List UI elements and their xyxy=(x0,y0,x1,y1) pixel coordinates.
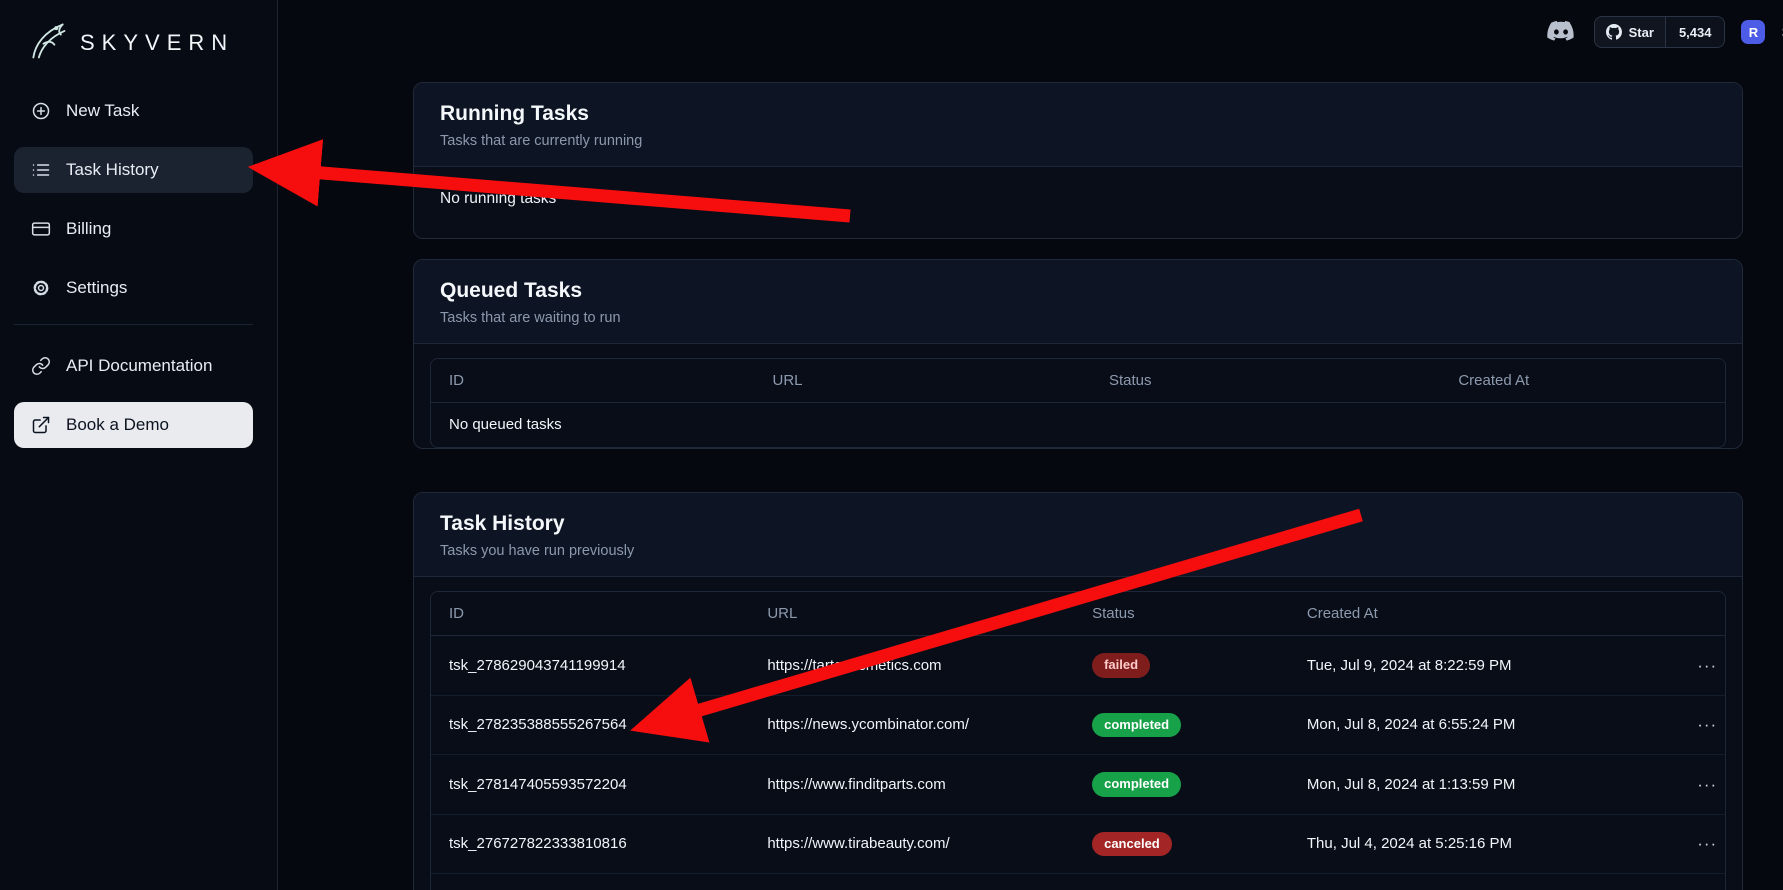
queued-tasks-empty: No queued tasks xyxy=(431,403,1725,448)
running-tasks-card: Running Tasks Tasks that are currently r… xyxy=(413,82,1743,239)
column-header-created-at: Created At xyxy=(1289,592,1673,636)
table-row[interactable]: tsk_274180139292204058 https://www.geico… xyxy=(431,874,1725,890)
github-star-button[interactable]: Star 5,434 xyxy=(1594,16,1726,48)
gear-icon xyxy=(31,278,51,298)
task-id-cell: tsk_274180139292204058 xyxy=(431,874,749,890)
card-title: Task History xyxy=(440,512,1716,536)
sidebar-item-label: Billing xyxy=(66,219,111,239)
column-header-url: URL xyxy=(755,359,1091,403)
task-id-cell: tsk_278147405593572204 xyxy=(431,755,749,815)
column-header-actions xyxy=(1673,592,1725,636)
sidebar-item-task-history[interactable]: Task History xyxy=(14,147,253,193)
running-tasks-empty: No running tasks xyxy=(414,167,1742,231)
created-at-cell: Thu, Jun 27, 2024 at 8:38:58 PM xyxy=(1289,874,1673,890)
sidebar-item-book-a-demo[interactable]: Book a Demo xyxy=(14,402,253,448)
created-at-cell: Mon, Jul 8, 2024 at 6:55:24 PM xyxy=(1289,695,1673,755)
task-url-cell: https://tartecosmetics.com xyxy=(749,636,1074,696)
github-icon xyxy=(1606,24,1622,40)
running-tasks-header: Running Tasks Tasks that are currently r… xyxy=(414,83,1742,167)
task-id-cell: tsk_278235388555267564 xyxy=(431,695,749,755)
skyvern-logo[interactable]: SKYVERN xyxy=(0,0,277,72)
created-at-cell: Thu, Jul 4, 2024 at 5:25:16 PM xyxy=(1289,814,1673,874)
table-row[interactable]: tsk_278235388555267564 https://news.ycom… xyxy=(431,695,1725,755)
row-actions-button[interactable]: ··· xyxy=(1691,774,1723,795)
row-actions-button[interactable]: ··· xyxy=(1691,714,1723,735)
task-history-table: ID URL Status Created At tsk_27862904374… xyxy=(430,591,1726,890)
table-row[interactable]: tsk_278629043741199914 https://tartecosm… xyxy=(431,636,1725,696)
card-subtitle: Tasks that are waiting to run xyxy=(440,310,1716,326)
row-actions-button[interactable]: ··· xyxy=(1691,655,1723,676)
task-id-cell: tsk_278629043741199914 xyxy=(431,636,749,696)
card-subtitle: Tasks you have run previously xyxy=(440,543,1716,559)
card-title: Queued Tasks xyxy=(440,279,1716,303)
topbar: Star 5,434 R Sk xyxy=(1546,16,1783,48)
status-badge: canceled xyxy=(1092,832,1172,857)
column-header-id: ID xyxy=(431,592,749,636)
github-star-label: Star xyxy=(1629,25,1654,40)
task-url-cell: https://www.finditparts.com xyxy=(749,755,1074,815)
created-at-cell: Tue, Jul 9, 2024 at 8:22:59 PM xyxy=(1289,636,1673,696)
card-title: Running Tasks xyxy=(440,102,1716,126)
task-id-cell: tsk_276727822333810816 xyxy=(431,814,749,874)
table-row[interactable]: tsk_278147405593572204 https://www.findi… xyxy=(431,755,1725,815)
row-actions-button[interactable]: ··· xyxy=(1691,833,1723,854)
avatar[interactable]: R xyxy=(1741,20,1765,44)
external-link-icon xyxy=(31,415,51,435)
credit-card-icon xyxy=(31,219,51,239)
sidebar-nav: New Task Task History Billing xyxy=(0,72,277,448)
sidebar-item-billing[interactable]: Billing xyxy=(14,206,253,252)
queued-tasks-header: Queued Tasks Tasks that are waiting to r… xyxy=(414,260,1742,344)
column-header-status: Status xyxy=(1074,592,1289,636)
status-badge: completed xyxy=(1092,713,1181,738)
sidebar-item-new-task[interactable]: New Task xyxy=(14,88,253,134)
sidebar-item-label: Settings xyxy=(66,278,127,298)
sidebar-item-label: Book a Demo xyxy=(66,415,169,435)
sidebar-item-label: Task History xyxy=(66,160,159,180)
task-history-header: Task History Tasks you have run previous… xyxy=(414,493,1742,577)
queued-tasks-card: Queued Tasks Tasks that are waiting to r… xyxy=(413,259,1743,449)
plus-circle-icon xyxy=(31,101,51,121)
created-at-cell: Mon, Jul 8, 2024 at 1:13:59 PM xyxy=(1289,755,1673,815)
sidebar-item-label: New Task xyxy=(66,101,139,121)
github-star-count: 5,434 xyxy=(1665,17,1725,47)
sidebar: SKYVERN New Task Task History xyxy=(0,0,278,890)
task-history-card: Task History Tasks you have run previous… xyxy=(413,492,1743,890)
task-url-cell: https://news.ycombinator.com/ xyxy=(749,695,1074,755)
sidebar-item-api-documentation[interactable]: API Documentation xyxy=(14,343,253,389)
sidebar-item-label: API Documentation xyxy=(66,356,212,376)
task-url-cell: https://www.tirabeauty.com/ xyxy=(749,814,1074,874)
column-header-status: Status xyxy=(1091,359,1440,403)
column-header-created-at: Created At xyxy=(1440,359,1725,403)
column-header-id: ID xyxy=(431,359,755,403)
brand-name: SKYVERN xyxy=(80,30,234,56)
table-row[interactable]: tsk_276727822333810816 https://www.tirab… xyxy=(431,814,1725,874)
status-badge: failed xyxy=(1092,653,1150,678)
card-subtitle: Tasks that are currently running xyxy=(440,133,1716,149)
column-header-url: URL xyxy=(749,592,1074,636)
discord-icon[interactable] xyxy=(1546,19,1578,45)
sidebar-divider xyxy=(14,324,253,325)
sidebar-item-settings[interactable]: Settings xyxy=(14,265,253,311)
queued-tasks-table: ID URL Status Created At No queued tasks xyxy=(430,358,1726,448)
link-icon xyxy=(31,356,51,376)
task-url-cell: https://www.geico.com xyxy=(749,874,1074,890)
skyvern-logo-icon xyxy=(26,19,70,68)
status-badge: completed xyxy=(1092,772,1181,797)
list-icon xyxy=(31,160,51,180)
